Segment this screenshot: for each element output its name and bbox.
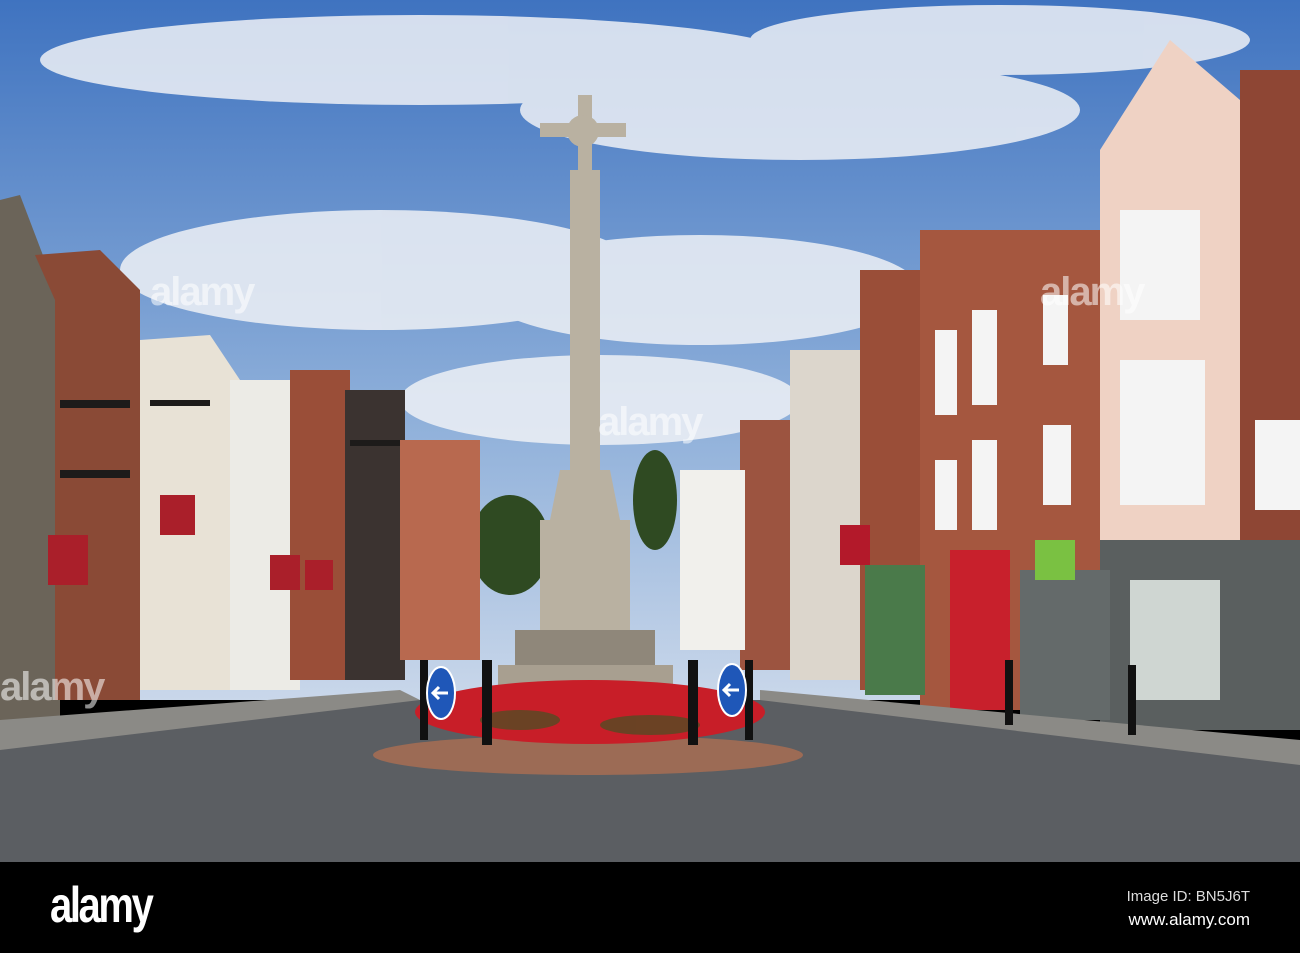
keep-left-sign-left [426, 666, 456, 720]
image-id: Image ID: BN5J6T [1126, 888, 1250, 905]
watermark: alamy [1040, 270, 1145, 314]
keep-left-sign-right [717, 663, 747, 717]
watermark: alamy [0, 665, 105, 709]
site-url[interactable]: www.alamy.com [1128, 910, 1250, 930]
watermark: alamy [598, 400, 703, 444]
flower-bed [415, 680, 765, 744]
watermark: alamy [150, 270, 255, 314]
alamy-logo: alamy [50, 877, 154, 933]
street-photo: alamy alamy alamy alamy alamy Image ID: … [0, 0, 1300, 953]
footer-bar: alamy Image ID: BN5J6T www.alamy.com [0, 862, 1300, 953]
